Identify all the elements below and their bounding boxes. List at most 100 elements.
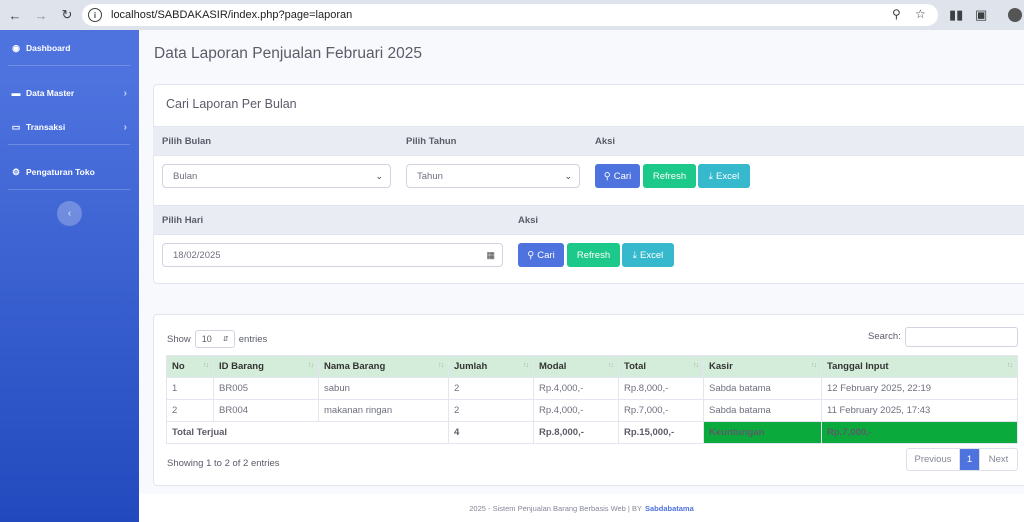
day-refresh-button[interactable]: Refresh: [567, 243, 620, 267]
sort-icon: ↑↓: [608, 362, 614, 369]
reload-icon[interactable]: ↻: [56, 4, 78, 26]
show-label: Show: [167, 333, 191, 345]
report-table: No ↑↓ ID Barang ↑↓ Nama Barang ↑↓ Jumlah ↑↓ …: [166, 355, 1018, 444]
column-header-modal[interactable]: Modal ↑↓: [533, 355, 619, 378]
month-filter-header-row: Pilih Bulan Pilih Tahun Aksi: [153, 126, 1024, 156]
filter-card-title: Cari Laporan Per Bulan: [166, 97, 297, 111]
pagination-next[interactable]: Next: [980, 449, 1017, 470]
button-label: Excel: [639, 249, 664, 261]
site-info-icon[interactable]: i: [88, 8, 102, 22]
table-header-row: No ↑↓ ID Barang ↑↓ Nama Barang ↑↓ Jumlah ↑↓ …: [166, 355, 1018, 378]
month-refresh-button[interactable]: Refresh: [643, 164, 696, 188]
sidebar-item-dashboard[interactable]: ◉ Dashboard: [0, 38, 139, 58]
sort-icon: ↑↓: [811, 362, 817, 369]
cell-id-barang: BR004: [213, 399, 319, 422]
cell-jumlah: 2: [448, 377, 534, 400]
entries-select[interactable]: 10 ⇵: [194, 330, 235, 348]
sidebar-item-label: Pengaturan Toko: [26, 167, 95, 177]
chevron-down-icon: ⌄: [564, 170, 572, 181]
cell-total: Rp.8,000,-: [618, 377, 704, 400]
column-header-jumlah[interactable]: Jumlah ↑↓: [448, 355, 534, 378]
cell-kasir: Sabda batama: [703, 399, 822, 422]
desktop-icon: ▭: [11, 121, 21, 132]
database-icon: ▬: [11, 88, 21, 98]
updown-icon: ⇵: [222, 336, 229, 343]
sidebar-item-pengaturan-toko[interactable]: ⚙ Pengaturan Toko: [0, 162, 139, 182]
sidebar-item-data-master[interactable]: ▬ Data Master ›: [0, 83, 139, 103]
cell-kasir: Sabda batama: [703, 377, 822, 400]
total-modal: Rp.8,000,-: [533, 421, 619, 444]
column-header-id-barang[interactable]: ID Barang ↑↓: [213, 355, 319, 378]
sidebar-item-label: Dashboard: [26, 43, 71, 53]
sidebar-toggle-button[interactable]: ‹: [57, 201, 82, 226]
profit-value: Rp.7,000,-: [821, 421, 1018, 444]
sidebar-divider: [8, 189, 130, 190]
pagination-page-1[interactable]: 1: [960, 449, 980, 470]
day-search-button[interactable]: ⚲ Cari: [518, 243, 564, 267]
search-icon: ⚲: [527, 249, 535, 261]
column-header-label: Jumlah: [454, 361, 488, 372]
button-label: Refresh: [652, 170, 687, 182]
month-select[interactable]: Bulan ⌄: [162, 164, 391, 188]
button-label: Refresh: [576, 249, 611, 261]
day-date-value: 18/02/2025: [173, 249, 221, 261]
download-icon: ⤓: [632, 249, 637, 261]
day-action-header: Aksi: [518, 215, 539, 226]
button-label: Cari: [537, 249, 555, 261]
extensions-icon[interactable]: ▣: [975, 7, 987, 23]
search-icon: ⚲: [603, 170, 611, 182]
entries-select-value: 10: [201, 334, 212, 344]
sort-icon: ↑↓: [1007, 362, 1013, 369]
address-bar[interactable]: i localhost/SABDAKASIR/index.php?page=la…: [82, 4, 938, 26]
day-date-input[interactable]: 18/02/2025 ▦: [162, 243, 503, 267]
column-header-total[interactable]: Total ↑↓: [618, 355, 704, 378]
sort-icon: ↑↓: [693, 362, 699, 369]
column-header-label: Total: [624, 361, 646, 372]
download-icon: ⤓: [708, 170, 713, 182]
footer-brand[interactable]: Sabdabatama: [645, 504, 694, 513]
day-filter-header-row: Pilih Hari Aksi: [153, 205, 1024, 235]
month-excel-button[interactable]: ⤓ Excel: [698, 164, 750, 188]
cell-nama-barang: makanan ringan: [318, 399, 449, 422]
column-header-tanggal-input[interactable]: Tanggal Input ↑↓: [821, 355, 1018, 378]
table-row: 1 BR005 sabun 2 Rp.4,000,- Rp.8,000,- Sa…: [166, 377, 1018, 400]
chevron-right-icon: ›: [123, 87, 127, 99]
column-header-label: ID Barang: [219, 361, 264, 372]
footer: 2025 - Sistem Penjualan Barang Berbasis …: [139, 494, 1024, 522]
cell-nama-barang: sabun: [318, 377, 449, 400]
sidebar-divider: [8, 65, 130, 66]
calendar-icon[interactable]: ▦: [486, 250, 495, 261]
month-select-value: Bulan: [173, 170, 198, 182]
cell-jumlah: 2: [448, 399, 534, 422]
action-header: Aksi: [595, 136, 616, 147]
chevron-left-icon: ‹: [67, 208, 72, 219]
sort-icon: ↑↓: [438, 362, 444, 369]
pagination-previous[interactable]: Previous: [907, 449, 960, 470]
year-select[interactable]: Tahun ⌄: [406, 164, 580, 188]
cell-tanggal-input: 11 February 2025, 17:43: [821, 399, 1018, 422]
cogs-icon: ⚙: [11, 166, 21, 177]
page-title: Data Laporan Penjualan Februari 2025: [154, 45, 422, 62]
profile-avatar[interactable]: [1008, 8, 1022, 22]
media-icon[interactable]: ▮▮: [949, 7, 963, 23]
cell-modal: Rp.4,000,-: [533, 377, 619, 400]
cell-id-barang: BR005: [213, 377, 319, 400]
day-excel-button[interactable]: ⤓ Excel: [622, 243, 674, 267]
month-search-button[interactable]: ⚲ Cari: [595, 164, 640, 188]
zoom-icon[interactable]: ⚲: [892, 7, 901, 21]
year-header: Pilih Tahun: [406, 136, 457, 147]
tachometer-icon: ◉: [12, 42, 20, 53]
forward-icon[interactable]: →: [30, 4, 52, 26]
sort-icon: ↑↓: [308, 362, 314, 369]
column-header-no[interactable]: No ↑↓: [166, 355, 214, 378]
bookmark-star-icon[interactable]: ☆: [915, 7, 926, 21]
back-icon[interactable]: ←: [4, 4, 26, 26]
column-header-kasir[interactable]: Kasir ↑↓: [703, 355, 822, 378]
column-header-nama-barang[interactable]: Nama Barang ↑↓: [318, 355, 449, 378]
button-label: Cari: [613, 170, 632, 182]
cell-no: 2: [166, 399, 214, 422]
search-input[interactable]: [905, 327, 1018, 347]
profit-label: Keuntungan: [703, 421, 822, 444]
sidebar-item-label: Data Master: [26, 88, 75, 98]
sidebar-item-transaksi[interactable]: ▭ Transaksi ›: [0, 117, 139, 137]
